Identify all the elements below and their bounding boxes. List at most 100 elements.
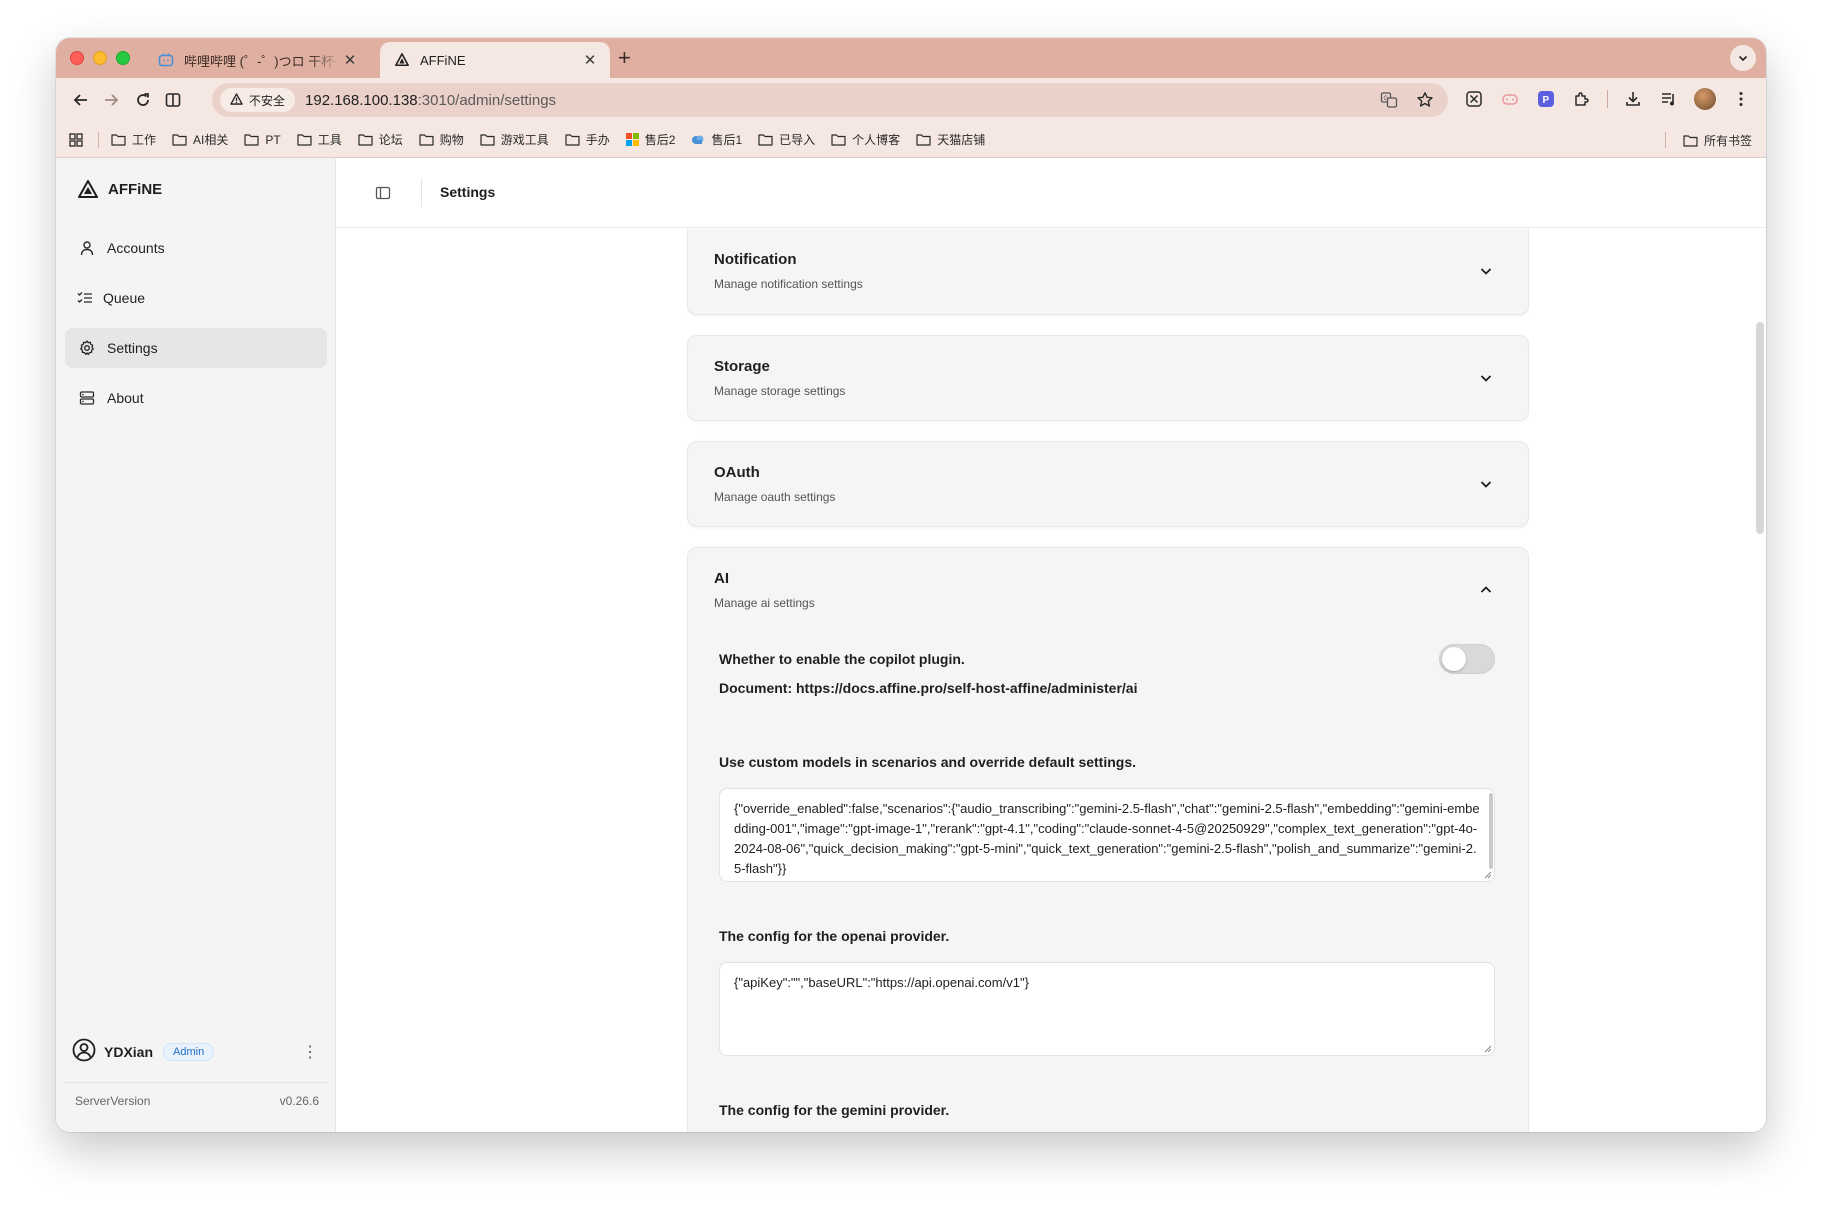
brand[interactable]: AFFiNE — [78, 180, 162, 198]
extension-p-icon[interactable]: P — [1535, 88, 1557, 110]
bookmark-label: 天猫店铺 — [937, 133, 986, 147]
address-bar[interactable]: 不安全 192.168.100.138:3010/admin/settings … — [212, 83, 1448, 117]
sidebar-item-accounts[interactable]: Accounts — [65, 228, 327, 268]
sidebar-nav: Accounts Queue Settings About — [65, 228, 327, 428]
profile-avatar[interactable] — [1694, 88, 1716, 110]
bookmark-item[interactable]: 天猫店铺 — [916, 131, 985, 148]
maximize-window-button[interactable] — [116, 51, 130, 65]
tab-title: AFFiNE — [420, 52, 466, 68]
toggle-knob — [1442, 647, 1466, 671]
section-notification[interactable]: Notification Manage notification setting… — [687, 229, 1529, 315]
bookmark-item[interactable]: 工具 — [297, 131, 342, 148]
copilot-toggle[interactable] — [1439, 644, 1495, 674]
bookmark-item[interactable]: 论坛 — [358, 131, 403, 148]
chevron-down-icon[interactable] — [1478, 370, 1494, 386]
reading-mode-icon[interactable] — [162, 89, 184, 111]
gear-icon — [78, 339, 96, 357]
chevron-up-icon[interactable] — [1478, 582, 1494, 598]
bookmark-item[interactable]: 已导入 — [758, 131, 815, 148]
section-title: Storage — [714, 358, 770, 375]
close-tab-icon[interactable]: ✕ — [340, 51, 360, 69]
download-icon[interactable] — [1622, 88, 1644, 110]
browser-window: 哔哩哔哩 (゜-゜)つロ 干杯~-bilibili ✕ AFFiNE ✕ + — [56, 38, 1766, 1132]
browser-menu-icon[interactable] — [1730, 88, 1752, 110]
security-chip[interactable]: 不安全 — [220, 88, 296, 112]
sidebar-item-label: Settings — [107, 340, 158, 356]
folder-icon — [358, 134, 373, 146]
page-scrollbar[interactable] — [1756, 322, 1764, 534]
bookmark-item[interactable]: AI相关 — [172, 131, 228, 148]
extension-game-icon[interactable] — [1499, 88, 1521, 110]
user-profile[interactable]: YDXian Admin ⋮ — [72, 1038, 320, 1066]
close-tab-icon[interactable]: ✕ — [580, 51, 600, 69]
apps-grid-icon[interactable] — [68, 132, 84, 148]
media-control-icon[interactable] — [1658, 88, 1680, 110]
svg-text:G: G — [1384, 96, 1389, 102]
bookmark-label: 售后1 — [711, 133, 743, 147]
chevron-down-icon[interactable] — [1478, 263, 1494, 279]
role-badge: Admin — [163, 1043, 215, 1061]
url-path: :3010/admin/settings — [417, 91, 557, 109]
extension-x-icon[interactable] — [1463, 88, 1485, 110]
document-link[interactable]: Document: https://docs.affine.pro/self-h… — [719, 680, 1495, 696]
tab-bilibili[interactable]: 哔哩哔哩 (゜-゜)つロ 干杯~-bilibili ✕ — [144, 42, 370, 78]
ai-settings-body: Whether to enable the copilot plugin. Do… — [719, 644, 1495, 1118]
bookmark-item[interactable]: 个人博客 — [831, 131, 900, 148]
back-button[interactable] — [70, 89, 92, 111]
sidebar-item-about[interactable]: About — [65, 378, 327, 418]
bookmark-item[interactable]: 工作 — [111, 131, 156, 148]
url-host: 192.168.100.138 — [305, 91, 418, 109]
translate-icon[interactable]: G — [1378, 89, 1400, 111]
url-text: 192.168.100.138:3010/admin/settings — [305, 92, 556, 109]
resize-grip-icon[interactable] — [1484, 871, 1492, 879]
sidebar-item-queue[interactable]: Queue — [65, 278, 327, 318]
bookmark-item[interactable]: 游戏工具 — [480, 131, 549, 148]
minimize-window-button[interactable] — [93, 51, 107, 65]
bookmark-item[interactable]: 售后1 — [691, 131, 742, 148]
security-label: 不安全 — [249, 93, 286, 108]
more-options-icon[interactable]: ⋮ — [300, 1042, 320, 1062]
sidebar-item-settings[interactable]: Settings — [65, 328, 327, 368]
bookmark-item[interactable]: 购物 — [419, 131, 464, 148]
bookmark-label: 论坛 — [378, 133, 403, 147]
page-title: Settings — [440, 184, 496, 200]
server-icon — [78, 389, 96, 407]
sidebar: AFFiNE Accounts Queue Settings About YDX… — [56, 158, 336, 1132]
version-label: ServerVersion — [75, 1094, 151, 1108]
server-version: ServerVersion v0.26.6 — [75, 1094, 319, 1108]
all-bookmarks-button[interactable]: 所有书签 — [1683, 132, 1752, 149]
bookmark-item[interactable]: 手办 — [565, 131, 610, 148]
extensions-puzzle-icon[interactable] — [1571, 88, 1593, 110]
section-description: Manage notification settings — [714, 277, 863, 291]
section-storage[interactable]: Storage Manage storage settings — [687, 335, 1529, 421]
svg-text:P: P — [1543, 95, 1550, 106]
reload-button[interactable] — [132, 89, 154, 111]
custom-models-textarea[interactable]: {"override_enabled":false,"scenarios":{"… — [719, 788, 1495, 882]
openai-config-label: The config for the openai provider. — [719, 928, 950, 944]
windows-logo-icon — [625, 133, 639, 146]
section-oauth[interactable]: OAuth Manage oauth settings — [687, 441, 1529, 527]
close-window-button[interactable] — [70, 51, 84, 65]
textarea-scrollbar[interactable] — [1489, 793, 1493, 869]
bookmarks-bar: 工作 AI相关 PT 工具 论坛 购物 游戏工具 手办 售后2 售后1 已导入 个人博客 天猫店铺 所有… — [56, 122, 1766, 158]
bookmark-star-icon[interactable] — [1414, 89, 1436, 111]
divider — [64, 1082, 328, 1083]
chevron-down-icon[interactable] — [1478, 476, 1494, 492]
resize-grip-icon[interactable] — [1484, 1045, 1492, 1053]
forward-button[interactable] — [100, 89, 122, 111]
openai-config-textarea[interactable]: {"apiKey":"","baseURL":"https://api.open… — [719, 962, 1495, 1056]
new-tab-button[interactable]: + — [618, 47, 631, 69]
bookmark-item[interactable]: 售后2 — [625, 131, 676, 148]
tab-search-button[interactable] — [1730, 45, 1756, 71]
folder-icon — [916, 134, 931, 146]
bookmark-item[interactable]: PT — [244, 133, 281, 147]
section-description: Manage storage settings — [714, 384, 846, 398]
folder-icon — [831, 134, 846, 146]
tab-affine[interactable]: AFFiNE ✕ — [380, 42, 610, 78]
affine-admin-app: AFFiNE Accounts Queue Settings About YDX… — [56, 158, 1766, 1132]
section-title[interactable]: AI — [714, 570, 729, 587]
sidebar-toggle-icon[interactable] — [375, 185, 391, 201]
cloud-icon — [692, 135, 704, 144]
bookmark-label: 售后2 — [644, 133, 676, 147]
section-title: OAuth — [714, 464, 760, 481]
